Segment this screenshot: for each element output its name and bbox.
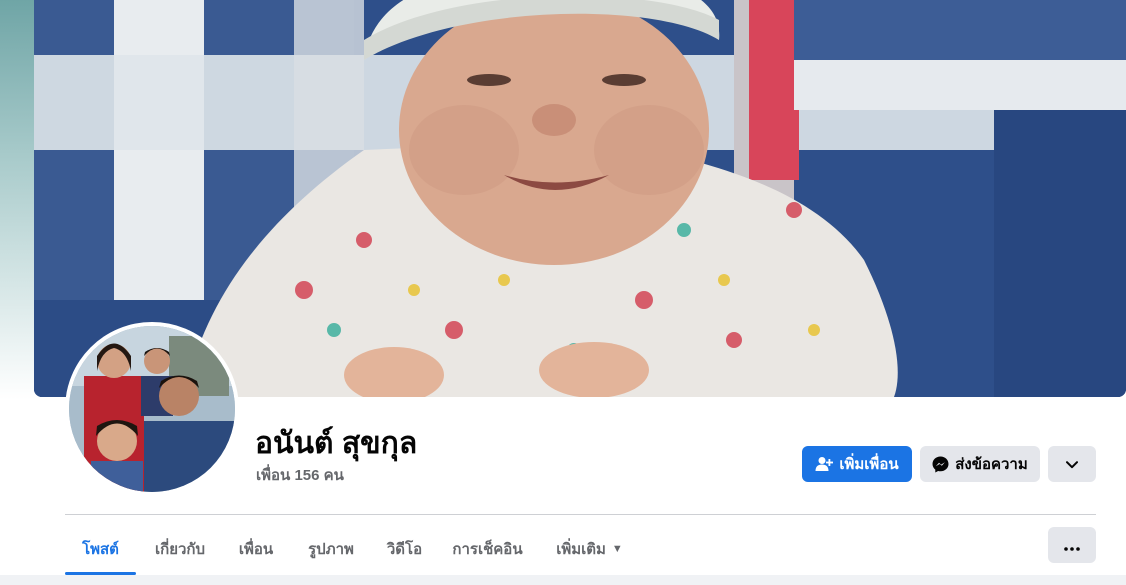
content-background [0, 575, 1126, 585]
messenger-icon [932, 456, 949, 473]
person-add-icon [815, 456, 834, 472]
more-dots-button[interactable] [1048, 527, 1096, 563]
message-label: ส่งข้อความ [955, 456, 1028, 473]
friends-count[interactable]: เพื่อน 156 คน [256, 463, 344, 487]
more-dots-icon [1064, 535, 1080, 556]
add-friend-label: เพิ่มเพื่อน [839, 456, 899, 473]
tab-photos[interactable]: รูปภาพ [297, 525, 365, 572]
profile-page: อนันต์ สุขกุล เพื่อน 156 คน เพิ่มเพื่อน … [0, 0, 1126, 585]
chevron-down-icon [1066, 456, 1078, 473]
caret-down-icon: ▼ [611, 542, 623, 555]
message-button[interactable]: ส่งข้อความ [920, 446, 1040, 482]
tab-more[interactable]: เพิ่มเติม ▼ [547, 525, 632, 572]
tab-friends[interactable]: เพื่อน [227, 525, 285, 572]
profile-options-button[interactable] [1048, 446, 1096, 482]
tab-checkins[interactable]: การเช็คอิน [445, 525, 530, 572]
header-divider [65, 514, 1096, 515]
add-friend-button[interactable]: เพิ่มเพื่อน [802, 446, 912, 482]
profile-avatar[interactable] [65, 322, 239, 496]
tab-about[interactable]: เกี่ยวกับ [145, 525, 215, 572]
profile-name: อนันต์ สุขกุล [255, 427, 418, 460]
tab-posts[interactable]: โพสต์ [65, 525, 136, 572]
tab-videos[interactable]: วิดีโอ [377, 525, 432, 572]
